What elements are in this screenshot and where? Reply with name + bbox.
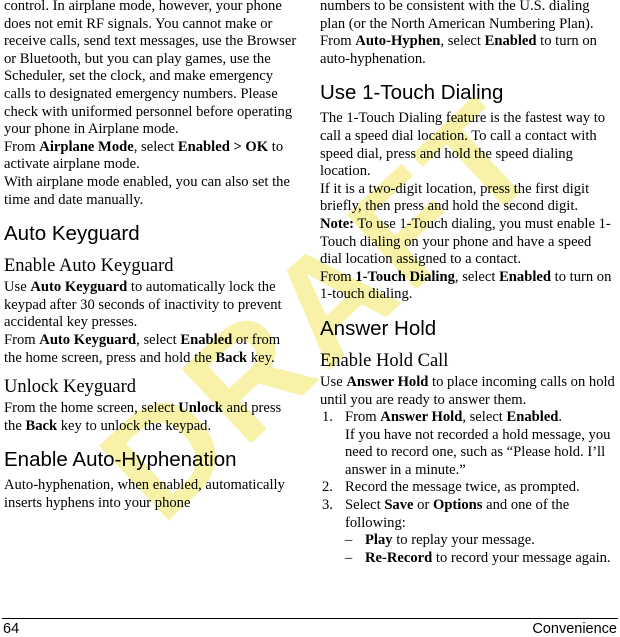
unlock-keyguard-step: From the home screen, select Unlock and … (4, 400, 282, 434)
chapter-name: Convenience (532, 621, 617, 637)
auto-keyguard-step: From Auto Keyguard, select Enabled or fr… (4, 331, 281, 366)
auto-hyphen-step: From Auto-Hyphen, select Enabled to turn… (320, 33, 597, 67)
heading-enable-hold-call: Enable Hold Call (320, 350, 449, 371)
heading-use-1-touch-dialing: Use 1-Touch Dialing (320, 81, 504, 105)
answer-hold-description: Use Answer Hold to place incoming calls … (320, 373, 615, 408)
list-item-continuation: If you have not recorded a hold message,… (345, 426, 611, 478)
airplane-mode-step: From Airplane Mode, select Enabled > OK … (4, 138, 284, 173)
list-item: 2. Record the message twice, as prompted. (320, 479, 616, 497)
heading-auto-keyguard: Auto Keyguard (4, 222, 140, 246)
list-marker: 3. (322, 497, 333, 514)
heading-unlock-keyguard: Unlock Keyguard (4, 377, 137, 398)
list-item: 3. Select Save or Options and one of the … (320, 497, 616, 567)
sub-list-item-text: Re-Record to record your message again. (365, 549, 611, 566)
heading-enable-auto-keyguard: Enable Auto Keyguard (4, 256, 174, 277)
list-item: 1. From Answer Hold, select Enabled. If yo… (320, 409, 616, 479)
left-column: control. In airplane mode, however, your… (4, 0, 300, 512)
two-column-body: control. In airplane mode, however, your… (0, 0, 620, 612)
auto-hyphenation-description-part2: numbers to be consistent with the U.S. d… (320, 0, 594, 32)
heading-enable-auto-hyphenation: Enable Auto-Hyphenation (4, 448, 237, 472)
answer-hold-steps: 1. From Answer Hold, select Enabled. If yo… (320, 409, 616, 567)
sub-list: – Play to replay your message. – Re-Record … (345, 532, 616, 567)
sub-list-item-text: Play to replay your message. (365, 532, 535, 549)
sub-list-item: – Re-Record to record your message again. (345, 550, 616, 568)
right-column: numbers to be consistent with the U.S. d… (320, 0, 616, 567)
document-page: DRAFT control. In airplane mode, however… (0, 0, 620, 637)
list-item-text: From Answer Hold, select Enabled. (345, 409, 563, 426)
airplane-mode-description: control. In airplane mode, however, your… (4, 0, 297, 138)
auto-keyguard-description: Use Auto Keyguard to automatically lock … (4, 279, 282, 331)
heading-answer-hold: Answer Hold (320, 316, 437, 340)
footer-divider (2, 617, 618, 619)
one-touch-dialing-description: The 1-Touch Dialing feature is the faste… (320, 110, 606, 180)
page-number: 64 (3, 621, 20, 637)
sub-list-marker: – (345, 532, 353, 549)
list-marker: 1. (322, 409, 333, 426)
sub-list-marker: – (345, 549, 353, 566)
one-touch-dialing-note: Note: To use 1-Touch dialing, you must e… (320, 215, 611, 268)
list-marker: 2. (322, 479, 333, 496)
one-touch-dialing-step: From 1-Touch Dialing, select Enabled to … (320, 268, 612, 303)
one-touch-dialing-two-digit: If it is a two-digit location, press the… (320, 180, 590, 215)
auto-hyphenation-description-part1: Auto-hyphenation, when enabled, automati… (4, 477, 285, 511)
list-item-text: Select Save or Options and one of the fo… (345, 497, 570, 531)
sub-list-item: – Play to replay your message. (345, 532, 616, 550)
list-item-text: Record the message twice, as prompted. (345, 479, 580, 496)
airplane-mode-note: With airplane mode enabled, you can also… (4, 173, 290, 208)
